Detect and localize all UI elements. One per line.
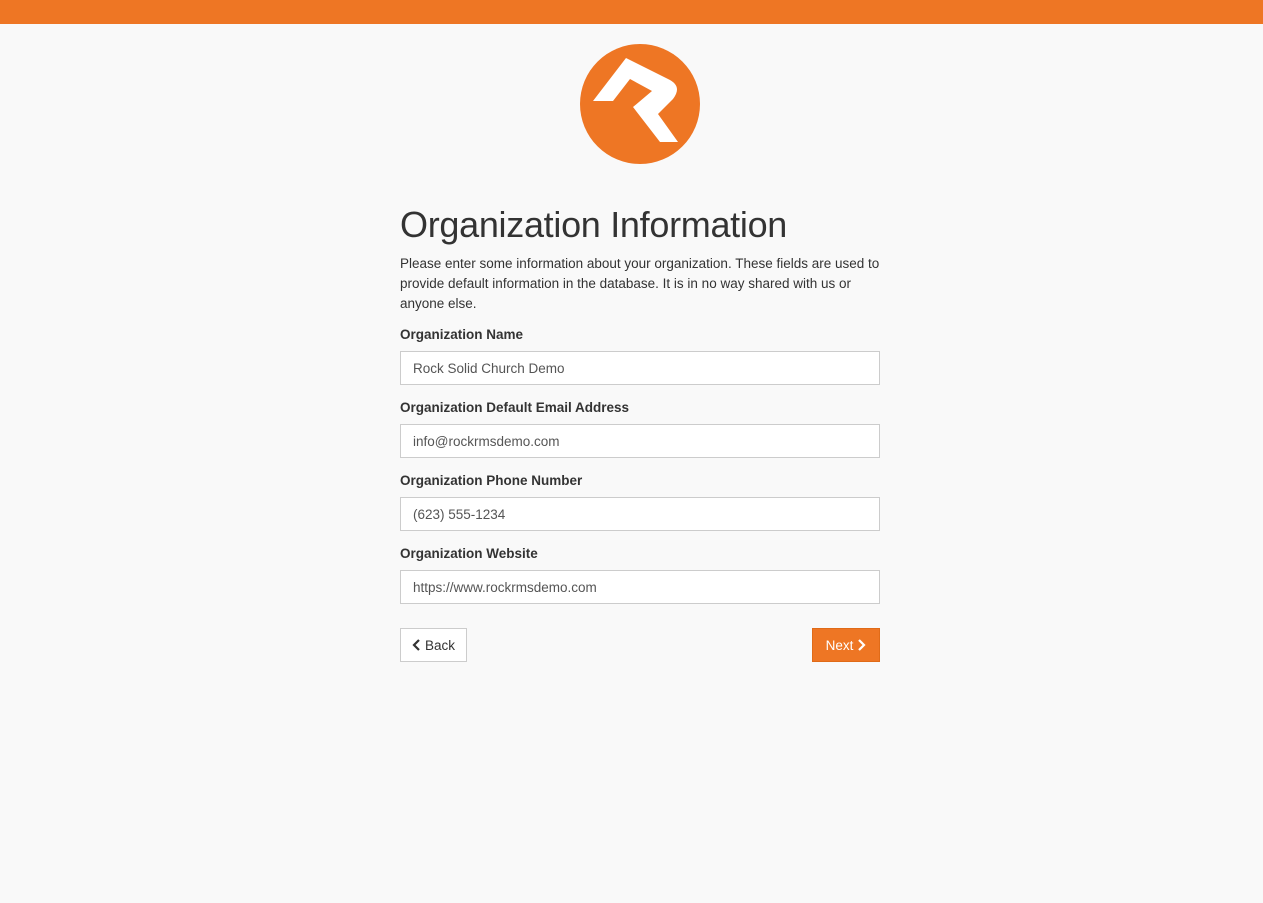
organization-website-input[interactable] bbox=[400, 570, 880, 604]
next-button-label: Next bbox=[825, 637, 854, 653]
organization-website-group: Organization Website bbox=[400, 545, 880, 604]
organization-email-group: Organization Default Email Address bbox=[400, 399, 880, 458]
chevron-right-icon bbox=[857, 639, 866, 651]
organization-email-label: Organization Default Email Address bbox=[400, 400, 630, 415]
organization-form-panel: Organization Information Please enter so… bbox=[400, 200, 880, 662]
back-button[interactable]: Back bbox=[400, 628, 467, 662]
intro-text: Please enter some information about your… bbox=[400, 256, 880, 311]
top-bar bbox=[0, 0, 1263, 24]
page-title: Organization Information bbox=[400, 204, 788, 245]
organization-name-input[interactable] bbox=[400, 351, 880, 385]
organization-name-label: Organization Name bbox=[400, 327, 524, 342]
form-actions: Back Next bbox=[400, 628, 880, 662]
organization-email-input[interactable] bbox=[400, 424, 880, 458]
rock-logo-icon bbox=[580, 44, 700, 164]
organization-phone-group: Organization Phone Number bbox=[400, 472, 880, 531]
chevron-left-icon bbox=[412, 639, 421, 651]
organization-name-group: Organization Name bbox=[400, 326, 880, 385]
back-button-label: Back bbox=[424, 637, 455, 653]
organization-website-label: Organization Website bbox=[400, 546, 538, 561]
organization-phone-input[interactable] bbox=[400, 497, 880, 531]
next-button[interactable]: Next bbox=[812, 628, 880, 662]
organization-phone-label: Organization Phone Number bbox=[400, 473, 583, 488]
